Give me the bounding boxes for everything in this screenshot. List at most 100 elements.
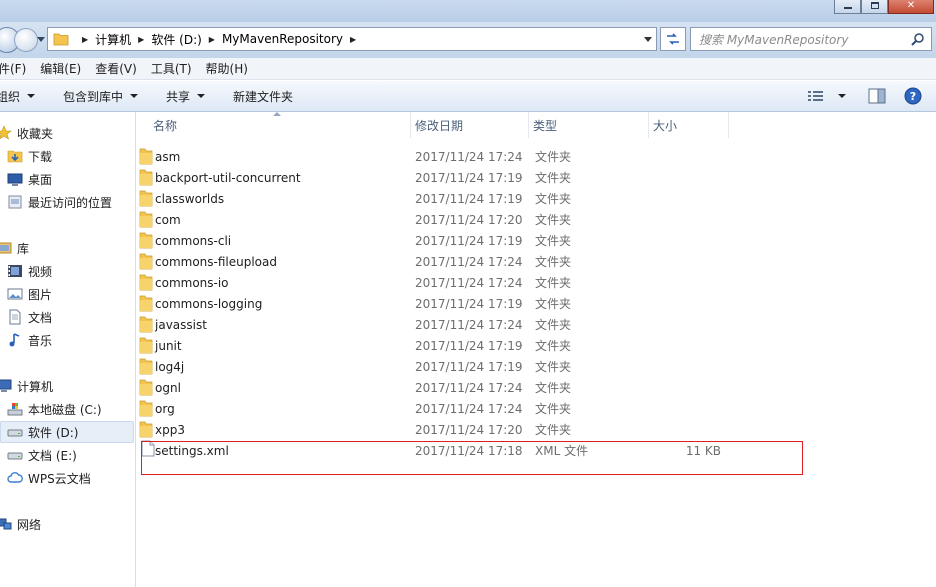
folder-row[interactable]: junit 2017/11/24 17:19 文件夹	[137, 335, 936, 356]
file-date: 2017/11/24 17:24	[415, 149, 523, 164]
maximize-button[interactable]	[861, 0, 888, 14]
computer-icon	[0, 378, 12, 394]
file-type: 文件夹	[535, 234, 572, 248]
window-controls: ✕	[834, 0, 934, 14]
column-date-label: 修改日期	[415, 118, 464, 133]
breadcrumb-drive-d[interactable]: 软件 (D:)	[151, 31, 201, 48]
folder-row[interactable]: asm 2017/11/24 17:24 文件夹	[137, 146, 936, 167]
folder-row[interactable]: commons-fileupload 2017/11/24 17:24 文件夹	[137, 251, 936, 272]
file-date: 2017/11/24 17:24	[415, 401, 523, 416]
navigation-pane: 收藏夹 下载 桌面 最近访问的位置 库 视频 图片 文档 音乐 计算机 本地磁盘…	[0, 112, 136, 587]
nav-drive-e[interactable]: 文档 (E:)	[7, 445, 77, 465]
file-size	[675, 314, 721, 335]
chevron-right-icon[interactable]: ▶	[138, 35, 144, 44]
view-options-chevron-icon[interactable]	[838, 94, 846, 98]
menu-edit[interactable]: 编辑(E)	[40, 60, 81, 77]
file-list: 名称 修改日期 类型 大小 asm 2017/11/24 17:24 文件夹 back…	[137, 112, 936, 587]
folder-icon	[139, 148, 153, 165]
nav-drive-d[interactable]: 软件 (D:)	[7, 422, 78, 442]
nav-recent-places[interactable]: 最近访问的位置	[7, 192, 112, 212]
column-header-type[interactable]: 类型	[529, 112, 649, 138]
nav-wps-cloud[interactable]: WPS云文档	[7, 468, 91, 488]
folder-icon	[139, 211, 153, 228]
folder-row[interactable]: javassist 2017/11/24 17:24 文件夹	[137, 314, 936, 335]
folder-icon	[139, 379, 153, 396]
new-folder-button[interactable]: 新建文件夹	[233, 88, 293, 105]
column-header-name[interactable]: 名称	[149, 112, 411, 138]
network-icon	[0, 516, 12, 532]
nav-network[interactable]: 网络	[0, 514, 41, 534]
nav-wps-cloud-label: WPS云文档	[28, 471, 91, 486]
nav-favorites[interactable]: 收藏夹	[0, 123, 53, 143]
folder-row[interactable]: commons-logging 2017/11/24 17:19 文件夹	[137, 293, 936, 314]
breadcrumb-computer[interactable]: 计算机	[95, 31, 131, 48]
folder-row[interactable]: ognl 2017/11/24 17:24 文件夹	[137, 377, 936, 398]
chevron-right-icon[interactable]: ▶	[82, 35, 88, 44]
nav-videos[interactable]: 视频	[7, 261, 52, 281]
refresh-button[interactable]	[660, 27, 686, 51]
file-name: classworlds	[155, 191, 225, 206]
document-icon	[7, 309, 23, 325]
close-button[interactable]: ✕	[888, 0, 934, 14]
nav-pictures[interactable]: 图片	[7, 284, 52, 304]
file-name: org	[155, 401, 175, 416]
menu-file[interactable]: 件(F)	[0, 60, 26, 77]
menu-view[interactable]: 查看(V)	[95, 60, 137, 77]
folder-row[interactable]: commons-cli 2017/11/24 17:19 文件夹	[137, 230, 936, 251]
nav-documents[interactable]: 文档	[7, 307, 52, 327]
preview-pane-icon[interactable]	[868, 88, 886, 104]
menu-help[interactable]: 帮助(H)	[206, 60, 248, 77]
nav-downloads[interactable]: 下载	[7, 146, 52, 166]
nav-libraries[interactable]: 库	[0, 238, 29, 258]
nav-desktop[interactable]: 桌面	[7, 169, 52, 189]
folder-row[interactable]: backport-util-concurrent 2017/11/24 17:19…	[137, 167, 936, 188]
menu-tools[interactable]: 工具(T)	[151, 60, 192, 77]
search-icon[interactable]	[911, 32, 925, 46]
folder-icon	[139, 316, 153, 333]
folder-icon	[139, 337, 153, 354]
folder-icon	[139, 421, 153, 438]
search-box[interactable]: 搜索 MyMavenRepository	[690, 27, 932, 51]
file-size	[675, 167, 721, 188]
nav-computer[interactable]: 计算机	[0, 376, 53, 396]
help-icon[interactable]: ?	[904, 87, 922, 105]
drive-icon	[7, 447, 23, 463]
organize-button[interactable]: 组织	[0, 88, 36, 105]
folder-row[interactable]: classworlds 2017/11/24 17:19 文件夹	[137, 188, 936, 209]
nav-music[interactable]: 音乐	[7, 330, 52, 350]
column-header-size[interactable]: 大小	[649, 112, 729, 138]
history-dropdown-icon[interactable]	[37, 37, 45, 42]
include-in-library-button[interactable]: 包含到库中	[63, 88, 139, 105]
share-button[interactable]: 共享	[166, 88, 206, 105]
folder-icon	[139, 169, 153, 186]
chevron-down-icon	[130, 94, 139, 98]
chevron-right-icon[interactable]: ▶	[350, 35, 356, 44]
breadcrumb-folder[interactable]: MyMavenRepository	[222, 32, 343, 46]
file-size	[675, 188, 721, 209]
nav-libraries-label: 库	[17, 241, 30, 256]
folder-row[interactable]: commons-io 2017/11/24 17:24 文件夹	[137, 272, 936, 293]
file-size	[675, 272, 721, 293]
folder-row[interactable]: xpp3 2017/11/24 17:20 文件夹	[137, 419, 936, 440]
address-bar[interactable]: ▶ 计算机 ▶ 软件 (D:) ▶ MyMavenRepository ▶	[47, 27, 657, 51]
file-name: commons-fileupload	[155, 254, 277, 269]
address-dropdown-icon[interactable]	[644, 37, 652, 42]
minimize-button[interactable]	[834, 0, 861, 14]
forward-button[interactable]	[14, 28, 38, 52]
folder-row[interactable]: org 2017/11/24 17:24 文件夹	[137, 398, 936, 419]
search-input[interactable]: 搜索 MyMavenRepository	[699, 31, 848, 48]
folder-icon	[139, 253, 153, 270]
nav-network-label: 网络	[17, 517, 42, 532]
file-type: 文件夹	[535, 360, 572, 374]
folder-row[interactable]: com 2017/11/24 17:20 文件夹	[137, 209, 936, 230]
file-type: 文件夹	[535, 255, 572, 269]
file-type: 文件夹	[535, 318, 572, 332]
nav-drive-c[interactable]: 本地磁盘 (C:)	[7, 399, 102, 419]
folder-icon	[139, 400, 153, 417]
folder-row[interactable]: log4j 2017/11/24 17:19 文件夹	[137, 356, 936, 377]
column-header-date[interactable]: 修改日期	[411, 112, 529, 138]
view-list-icon[interactable]	[807, 89, 825, 103]
chevron-right-icon[interactable]: ▶	[209, 35, 215, 44]
folder-icon	[139, 274, 153, 291]
file-size	[675, 419, 721, 440]
